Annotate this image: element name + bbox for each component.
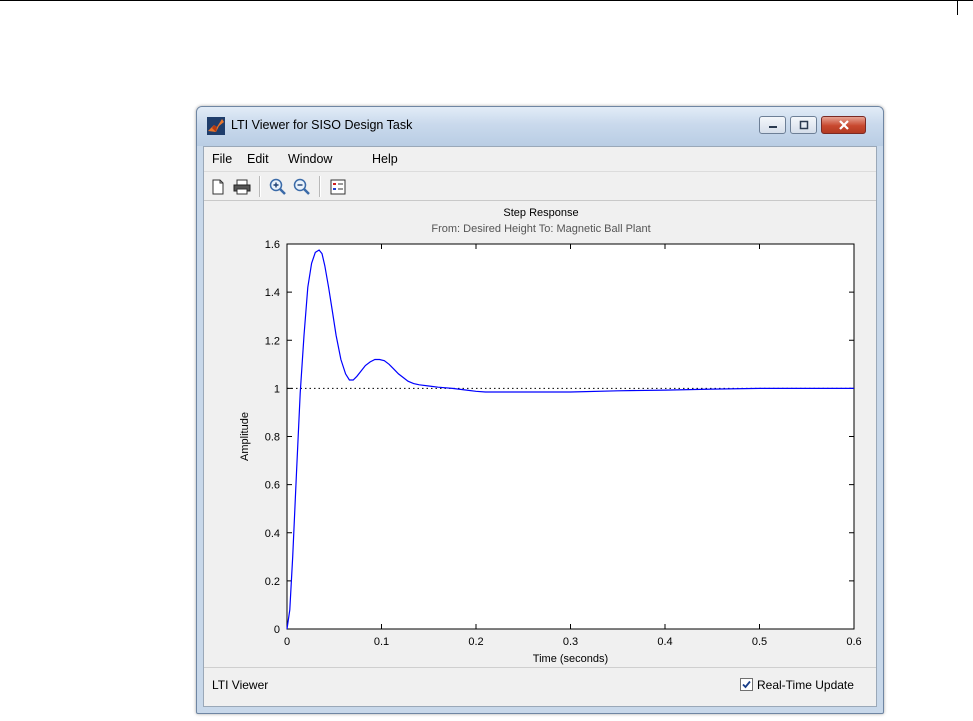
toolbar [204, 171, 876, 201]
menu-window[interactable]: Window [288, 152, 332, 166]
menu-edit[interactable]: Edit [247, 152, 269, 166]
y-tick-label: 0 [274, 624, 280, 636]
window-title: LTI Viewer for SISO Design Task [231, 118, 413, 132]
y-tick-label: 0.6 [265, 480, 280, 492]
page-top-rule [0, 0, 973, 1]
x-axis-label: Time (seconds) [533, 653, 608, 665]
minimize-button[interactable] [759, 116, 786, 134]
checkmark-icon [742, 680, 751, 689]
status-bar: LTI Viewer Real-Time Update [204, 667, 876, 706]
page-corner-tick [957, 0, 958, 15]
zoom-in-icon[interactable] [268, 177, 288, 197]
zoom-out-icon[interactable] [292, 177, 312, 197]
realtime-update-checkbox[interactable] [740, 678, 753, 691]
legend-icon[interactable] [328, 177, 348, 197]
x-tick-label: 0.3 [563, 636, 578, 648]
y-tick-label: 0.2 [265, 576, 280, 588]
y-tick-label: 1 [274, 383, 280, 395]
y-tick-label: 0.4 [265, 528, 280, 540]
plot-axes-box [286, 243, 855, 630]
matlab-logo-icon [207, 117, 225, 135]
y-tick-label: 1.6 [265, 239, 280, 251]
menu-help[interactable]: Help [372, 152, 398, 166]
plot-area: Step Response From: Desired Height To: M… [204, 201, 876, 671]
x-tick-label: 0.1 [374, 636, 389, 648]
x-tick-label: 0.6 [846, 636, 861, 648]
x-tick-label: 0 [284, 636, 290, 648]
x-tick-label: 0.4 [657, 636, 672, 648]
print-icon[interactable] [232, 177, 252, 197]
new-icon[interactable] [208, 177, 228, 197]
x-tick-label: 0.5 [752, 636, 767, 648]
minimize-icon [768, 126, 777, 128]
x-tick-label: 0.2 [468, 636, 483, 648]
step-response-chart[interactable]: 0 0.2 0.4 0.6 0.8 1 1.2 1.4 1.6 0 0.1 0.2 0.3 0.4 0.5 0… [204, 201, 878, 671]
realtime-update-label: Real-Time Update [757, 678, 854, 692]
lti-viewer-window: LTI Viewer for SISO Design Task File Edi… [196, 106, 884, 714]
menu-bar: File Edit Window Help [204, 147, 876, 171]
y-tick-label: 1.2 [265, 335, 280, 347]
y-tick-label: 1.4 [265, 287, 280, 299]
menu-file[interactable]: File [212, 152, 232, 166]
maximize-icon [799, 120, 808, 130]
toolbar-separator [319, 176, 321, 197]
y-tick-label: 0.8 [265, 432, 280, 444]
close-button[interactable] [821, 116, 866, 134]
title-bar[interactable]: LTI Viewer for SISO Design Task [197, 107, 883, 146]
y-axis-label: Amplitude [239, 412, 251, 461]
maximize-button[interactable] [790, 116, 817, 134]
window-client-area: File Edit Window Help Step Response From… [203, 146, 877, 707]
toolbar-separator [259, 176, 261, 197]
status-label: LTI Viewer [212, 678, 269, 692]
close-icon [838, 120, 849, 130]
